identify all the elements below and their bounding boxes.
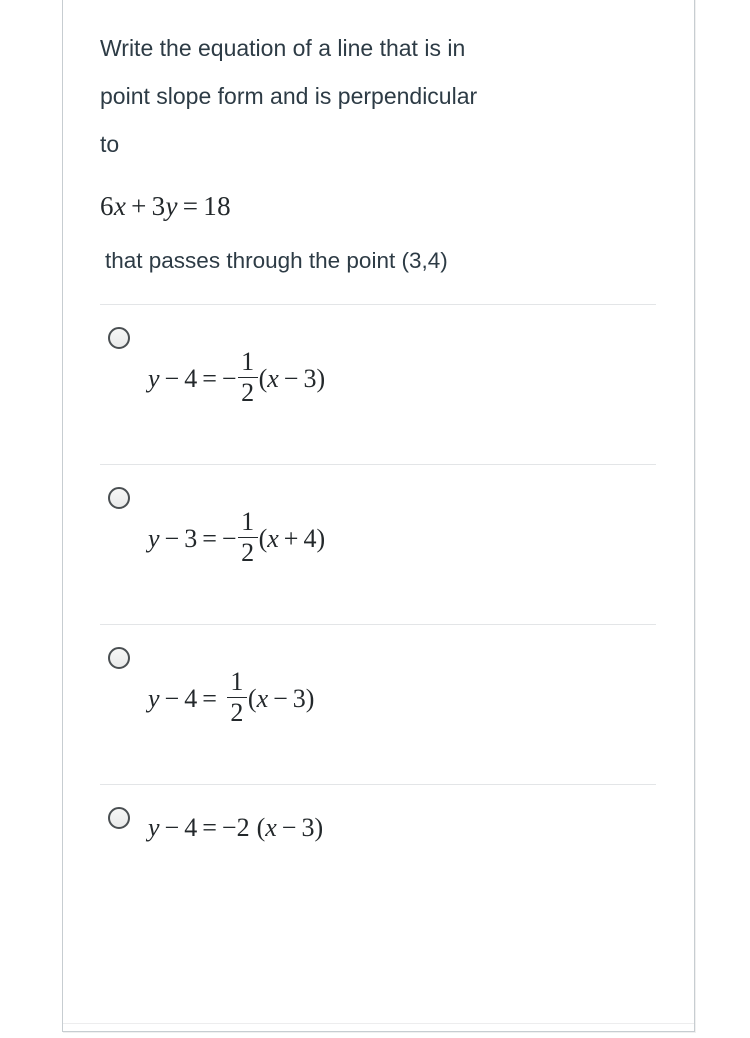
radio-button-option-4[interactable] [108, 807, 130, 829]
opt1-lhs-operator: − [164, 363, 180, 393]
equation-coef-y: 3 [151, 191, 166, 221]
answer-option-1-equation: y −4 = −1 2(x −3) [148, 347, 326, 408]
opt3-equals-sign: = [202, 683, 217, 713]
quiz-card-inner: Write the equation of a line that is in … [63, 0, 694, 1031]
opt2-negative-sign: − [221, 523, 237, 553]
opt1-negative-sign: − [221, 363, 237, 393]
opt2-paren-number: 4 [303, 523, 317, 553]
quiz-question-card: Write the equation of a line that is in … [62, 0, 695, 1032]
opt4-lhs-operator: − [164, 813, 180, 842]
equation-rhs: 18 [203, 191, 231, 221]
opt4-paren-number: 3 [301, 813, 315, 842]
opt1-paren-var: x [267, 363, 279, 393]
equation-plus-operator: + [131, 191, 147, 221]
question-equation: 6x +3y = 18 [100, 191, 656, 222]
opt3-paren-open: ( [247, 683, 257, 713]
answer-option-1[interactable]: y −4 = −1 2(x −3) [100, 304, 656, 464]
radio-button-option-3[interactable] [108, 647, 130, 669]
opt2-fraction: 12 [237, 507, 258, 568]
radio-button-option-2[interactable] [108, 487, 130, 509]
equation-equals-sign: = [182, 191, 199, 221]
answer-option-4-equation: y −4 = −2(x −3) [148, 813, 323, 843]
card-bottom-divider [63, 1023, 694, 1024]
opt2-paren-close: ) [316, 523, 326, 553]
opt4-lhs-var: y [148, 813, 160, 842]
opt4-coefficient: 2 [236, 813, 250, 842]
opt2-lhs-operator: − [164, 523, 180, 553]
opt2-fraction-denominator: 2 [241, 538, 255, 568]
opt4-paren-open: ( [256, 813, 266, 842]
opt4-equals-sign: = [202, 813, 217, 842]
opt3-paren-close: ) [305, 683, 315, 713]
opt2-fraction-numerator: 1 [241, 507, 255, 536]
opt4-paren-close: ) [314, 813, 324, 842]
opt1-lhs-var: y [148, 363, 160, 393]
equation-coef-x: 6 [100, 191, 114, 221]
answer-option-4[interactable]: y −4 = −2(x −3) [100, 784, 656, 904]
opt2-paren-operator: + [283, 523, 299, 553]
opt1-fraction-numerator: 1 [241, 347, 255, 376]
equation-var-x: x [113, 191, 127, 221]
opt3-fraction: 12 [226, 667, 247, 728]
radio-button-option-1[interactable] [108, 327, 130, 349]
opt3-lhs-var: y [148, 683, 160, 713]
opt3-paren-number: 3 [292, 683, 306, 713]
answer-option-3-equation: y −4 = 1 2(x −3) [148, 667, 315, 728]
opt1-paren-open: ( [258, 363, 268, 393]
question-prompt-line-1: Write the equation of a line that is in [100, 35, 466, 61]
answer-options-list: y −4 = −1 2(x −3) y −3 = −1 2(x +4) y −4 = 1 2(x −3) [100, 304, 656, 904]
opt4-lhs-number: 4 [184, 813, 198, 842]
opt3-fraction-denominator: 2 [230, 698, 244, 728]
question-tail-text: that passes through the point (3,4) [105, 248, 448, 273]
opt4-negative-sign: − [221, 813, 237, 842]
question-prompt: Write the equation of a line that is in … [100, 0, 656, 168]
opt1-equals-sign: = [202, 363, 217, 393]
opt1-lhs-number: 4 [184, 363, 198, 393]
opt1-fraction-denominator: 2 [241, 378, 255, 408]
opt1-paren-number: 3 [303, 363, 317, 393]
opt3-lhs-operator: − [164, 683, 180, 713]
opt3-paren-var: x [256, 683, 269, 713]
answer-option-3[interactable]: y −4 = 1 2(x −3) [100, 624, 656, 784]
opt2-lhs-var: y [148, 523, 160, 553]
opt1-paren-operator: − [283, 363, 299, 393]
opt4-paren-operator: − [281, 813, 297, 842]
opt1-paren-close: ) [316, 363, 326, 393]
opt4-paren-var: x [265, 813, 277, 842]
opt2-paren-var: x [267, 523, 279, 553]
equation-var-y: y [165, 191, 178, 221]
answer-option-2[interactable]: y −3 = −1 2(x +4) [100, 464, 656, 624]
answer-option-2-equation: y −3 = −1 2(x +4) [148, 507, 326, 568]
opt3-paren-operator: − [273, 683, 288, 713]
opt2-equals-sign: = [202, 523, 217, 553]
question-prompt-line-2: point slope form and is perpendicular [100, 83, 478, 109]
opt3-fraction-numerator: 1 [230, 667, 244, 696]
question-prompt-line-3: to [100, 131, 120, 157]
opt2-lhs-number: 3 [184, 523, 198, 553]
opt2-paren-open: ( [258, 523, 268, 553]
opt1-fraction: 12 [237, 347, 258, 408]
opt3-lhs-number: 4 [184, 683, 198, 713]
